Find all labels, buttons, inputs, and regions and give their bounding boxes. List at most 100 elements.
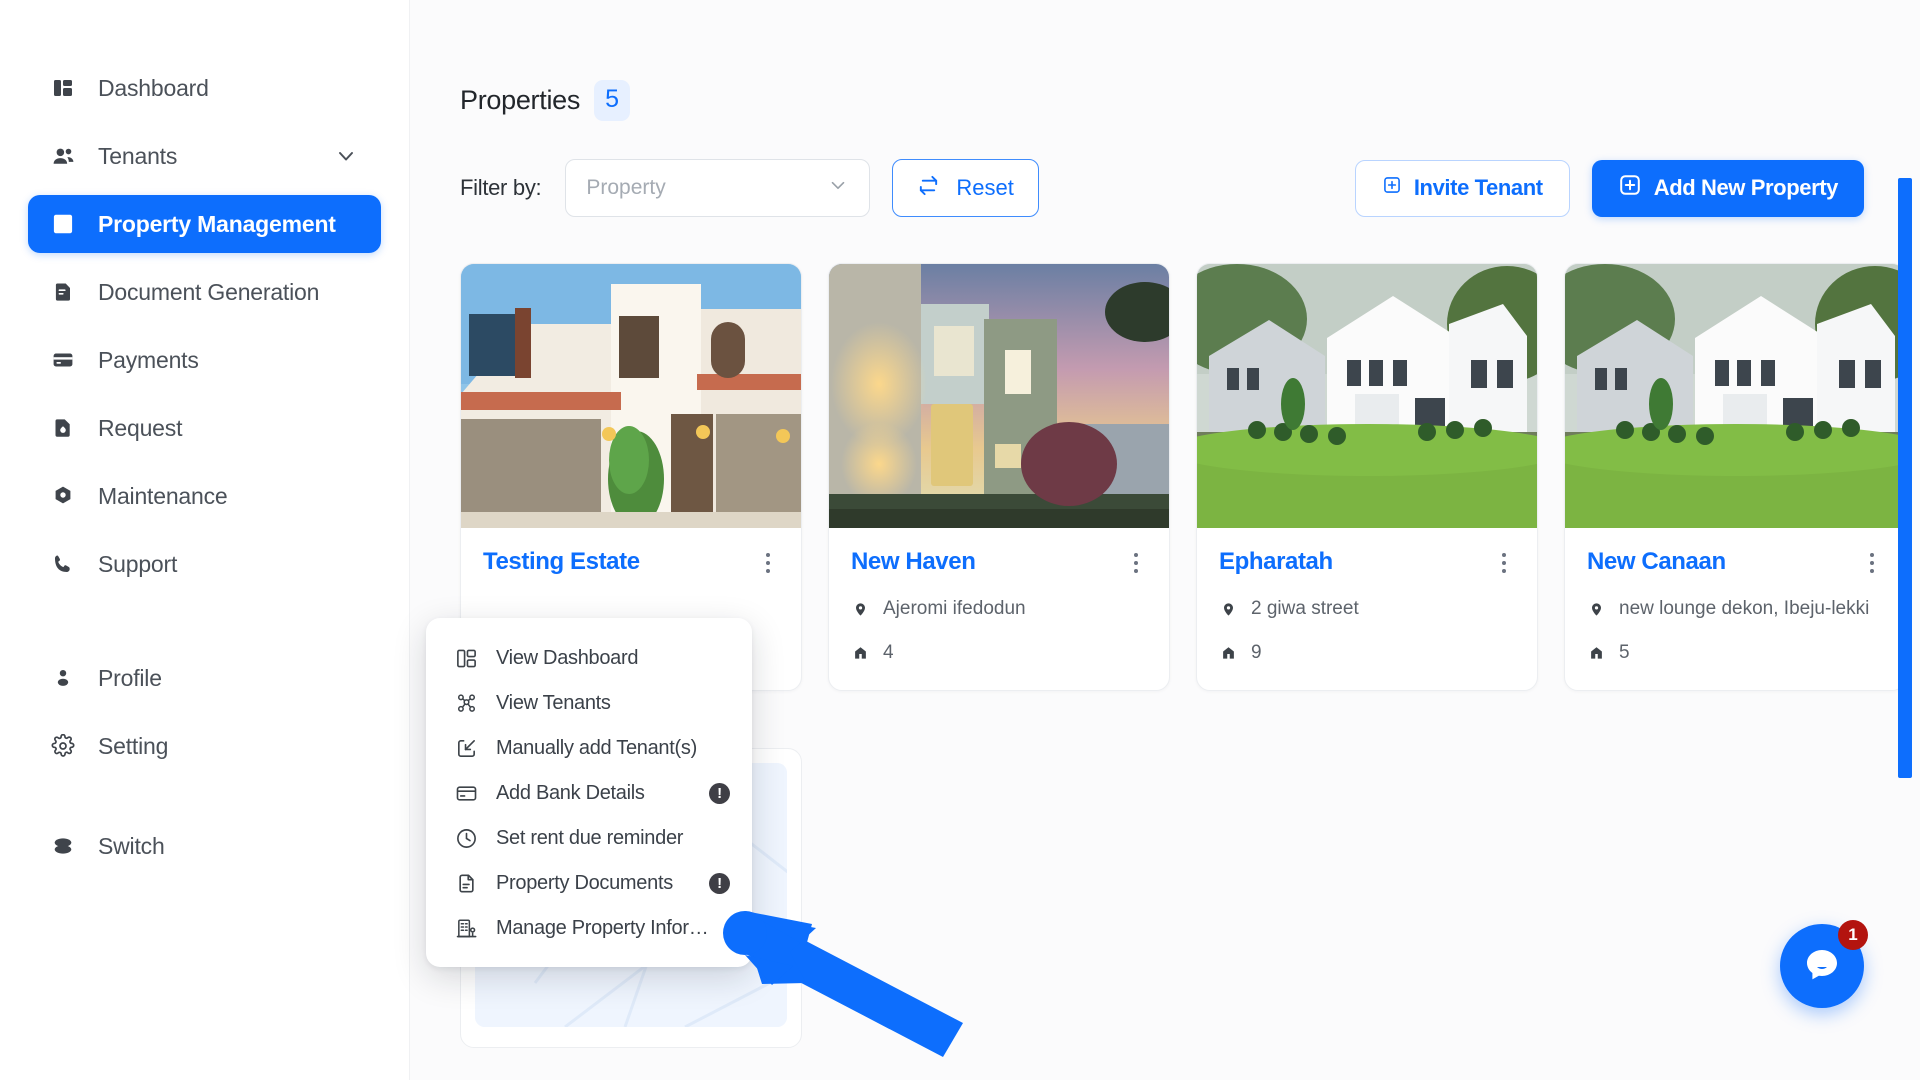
- property-card-header: Testing Estate: [483, 548, 779, 576]
- map-pin-icon: [1219, 601, 1237, 618]
- menu-item-label: View Tenants: [496, 692, 611, 714]
- menu-item-view-tenants[interactable]: View Tenants: [426, 681, 752, 726]
- warning-badge-icon: !: [709, 873, 730, 894]
- invite-tenant-label: Invite Tenant: [1413, 175, 1543, 200]
- reset-button[interactable]: Reset: [892, 159, 1039, 217]
- sidebar-item-property-management[interactable]: Property Management: [28, 195, 381, 253]
- users-icon: [50, 143, 76, 169]
- property-address-row: Ajeromi ifedodun: [851, 598, 1147, 620]
- map-pin-icon: [851, 601, 869, 618]
- sidebar-item-setting[interactable]: Setting: [28, 717, 381, 775]
- phone-icon: [50, 551, 76, 577]
- arrow-into-box-icon: [452, 737, 480, 760]
- sidebar-item-label: Setting: [98, 732, 169, 759]
- sidebar-footer-space: [0, 780, 409, 812]
- property-units-row: 4: [851, 642, 1147, 664]
- building-info-icon: [452, 917, 480, 940]
- property-context-menu: View Dashboard View Tenants Manually add…: [426, 618, 752, 967]
- property-name[interactable]: Testing Estate: [483, 548, 640, 576]
- menu-item-label: Property Documents: [496, 872, 673, 894]
- property-name[interactable]: New Haven: [851, 548, 976, 576]
- property-name[interactable]: New Canaan: [1587, 548, 1726, 576]
- chevron-down-icon: [827, 174, 849, 202]
- chevron-down-icon[interactable]: [333, 143, 359, 169]
- property-address: Ajeromi ifedodun: [883, 598, 1026, 619]
- property-card-body: New Haven Ajeromi ifedodun 4: [829, 528, 1169, 690]
- property-card-menu-button[interactable]: [1493, 548, 1515, 574]
- property-image: [1565, 264, 1905, 528]
- sidebar-item-dashboard[interactable]: Dashboard: [28, 59, 381, 117]
- sidebar-item-label: Profile: [98, 664, 162, 691]
- home-icon: [1587, 645, 1605, 661]
- menu-item-manage-property-information[interactable]: Manage Property Infor…: [426, 906, 752, 951]
- sidebar-item-switch[interactable]: Switch: [28, 817, 381, 875]
- sidebar-primary-nav: Dashboard Tenants Property Management Do…: [0, 54, 409, 880]
- sidebar-item-label: Support: [98, 550, 178, 577]
- reset-label: Reset: [956, 175, 1014, 200]
- menu-item-set-rent-due-reminder[interactable]: Set rent due reminder: [426, 816, 752, 861]
- add-new-property-button[interactable]: Add New Property: [1591, 159, 1864, 217]
- sidebar-item-support[interactable]: Support: [28, 535, 381, 593]
- property-card-body: Epharatah 2 giwa street 9: [1197, 528, 1537, 690]
- toolbar: Filter by: Property Reset Invite Tenant: [460, 159, 1920, 217]
- plus-square-icon: [1382, 175, 1402, 201]
- page-title: Properties: [460, 85, 581, 115]
- plus-square-icon: [1618, 173, 1642, 203]
- menu-item-view-dashboard[interactable]: View Dashboard: [426, 636, 752, 681]
- sidebar-item-maintenance[interactable]: Maintenance: [28, 467, 381, 525]
- property-card-menu-button[interactable]: [757, 548, 779, 574]
- vertical-scrollbar[interactable]: [1898, 178, 1912, 778]
- menu-item-label: Manage Property Infor…: [496, 917, 709, 939]
- sidebar-item-label: Payments: [98, 346, 199, 373]
- sidebar-item-label: Maintenance: [98, 482, 228, 509]
- menu-item-label: Set rent due reminder: [496, 827, 684, 849]
- document-icon: [50, 279, 76, 305]
- property-card-menu-button[interactable]: [1125, 548, 1147, 574]
- property-filter-select[interactable]: Property: [565, 159, 871, 217]
- gear-icon: [50, 733, 76, 759]
- property-filter-value: Property: [586, 176, 666, 199]
- users-group-icon: [452, 692, 480, 715]
- property-card[interactable]: New Canaan new lounge dekon, Ibeju-lekki: [1564, 263, 1906, 691]
- warning-badge-icon: !: [709, 783, 730, 804]
- sidebar-item-request[interactable]: Request: [28, 399, 381, 457]
- file-lines-icon: [452, 872, 480, 895]
- page-header: Properties 5: [460, 0, 1920, 121]
- property-card-header: New Haven: [851, 548, 1147, 576]
- chat-widget-button[interactable]: 1: [1780, 920, 1868, 1008]
- property-image: [461, 264, 801, 528]
- request-icon: [50, 415, 76, 441]
- property-units: 5: [1619, 642, 1630, 663]
- chat-bubble-icon: [1800, 942, 1844, 991]
- sidebar-item-label: Tenants: [98, 142, 178, 169]
- invite-tenant-button[interactable]: Invite Tenant: [1354, 159, 1570, 217]
- sidebar-item-payments[interactable]: Payments: [28, 331, 381, 389]
- sidebar-item-label: Dashboard: [98, 74, 209, 101]
- property-address-row: 2 giwa street: [1219, 598, 1515, 620]
- sidebar-item-profile[interactable]: Profile: [28, 649, 381, 707]
- property-image: [1197, 264, 1537, 528]
- chat-unread-badge: 1: [1838, 920, 1868, 950]
- menu-item-add-bank-details[interactable]: Add Bank Details !: [426, 771, 752, 816]
- sidebar-item-tenants[interactable]: Tenants: [28, 127, 381, 185]
- property-card-body: Testing Estate: [461, 528, 801, 602]
- property-card-menu-button[interactable]: [1861, 548, 1883, 574]
- clock-icon: [452, 827, 480, 850]
- menu-item-manually-add-tenants[interactable]: Manually add Tenant(s): [426, 726, 752, 771]
- add-new-property-label: Add New Property: [1653, 175, 1839, 200]
- menu-item-label: View Dashboard: [496, 647, 639, 669]
- property-card[interactable]: New Haven Ajeromi ifedodun 4: [828, 263, 1170, 691]
- credit-card-icon: [452, 782, 480, 805]
- sidebar-item-label: Request: [98, 414, 183, 441]
- map-pin-icon: [1587, 601, 1605, 618]
- property-card-header: Epharatah: [1219, 548, 1515, 576]
- nut-icon: [50, 483, 76, 509]
- menu-item-property-documents[interactable]: Property Documents !: [426, 861, 752, 906]
- home-icon: [1219, 645, 1237, 661]
- property-card[interactable]: Epharatah 2 giwa street 9: [1196, 263, 1538, 691]
- card-icon: [50, 347, 76, 373]
- menu-item-label: Add Bank Details: [496, 782, 645, 804]
- sidebar-item-document-generation[interactable]: Document Generation: [28, 263, 381, 321]
- property-name[interactable]: Epharatah: [1219, 548, 1333, 576]
- property-image: [829, 264, 1169, 528]
